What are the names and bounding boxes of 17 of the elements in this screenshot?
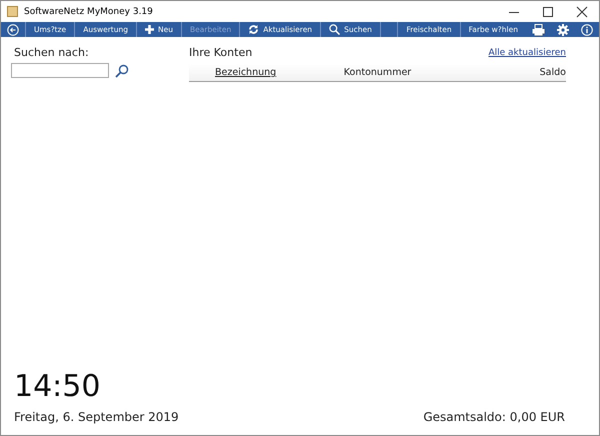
back-icon[interactable] <box>7 24 19 36</box>
clock-time: 14:50 <box>14 371 102 403</box>
search-icon[interactable] <box>115 64 129 78</box>
search-field[interactable] <box>11 63 109 78</box>
settings-icon[interactable] <box>557 24 569 36</box>
accounts-title: Ihre Konten <box>189 46 252 59</box>
printer-icon[interactable] <box>532 24 545 36</box>
search-icon <box>329 24 340 35</box>
total-balance: Gesamtsaldo: 0,00 EUR <box>423 410 565 424</box>
refresh-icon <box>248 24 260 35</box>
plus-icon <box>145 25 154 34</box>
date-text: Freitag, 6. September 2019 <box>14 410 179 424</box>
search-label: Suchen nach: <box>13 46 90 59</box>
info-icon[interactable] <box>581 24 593 36</box>
app-icon <box>7 6 18 17</box>
window-title: SoftwareNetz MyMoney 3.19 <box>24 6 154 16</box>
refresh-all-link[interactable]: Alle aktualisieren <box>488 48 566 58</box>
